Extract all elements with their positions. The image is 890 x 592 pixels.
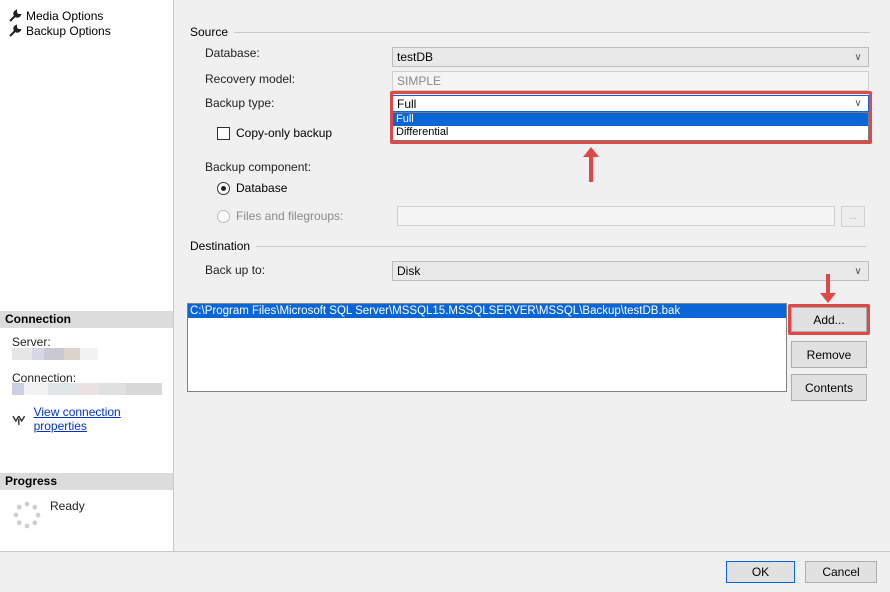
radio-button[interactable]: [217, 209, 230, 223]
wrench-icon: [9, 24, 22, 37]
files-filegroups-field: [397, 206, 835, 226]
radio-button[interactable]: [217, 181, 230, 195]
copy-only-backup-label: Copy-only backup: [236, 126, 333, 140]
back-up-to-combo[interactable]: Disk ∨: [392, 261, 869, 281]
recovery-model-field: SIMPLE: [392, 71, 869, 91]
source-divider: [234, 31, 870, 33]
component-database-label: Database: [236, 181, 288, 195]
chevron-down-icon: ∨: [854, 51, 862, 63]
copy-only-backup-checkbox[interactable]: Copy-only backup: [217, 126, 332, 140]
connection-plug-icon: [12, 415, 26, 425]
cancel-button[interactable]: Cancel: [805, 561, 877, 583]
destination-path-item[interactable]: C:\Program Files\Microsoft SQL Server\MS…: [188, 304, 786, 318]
main-panel: Source Database: testDB ∨ Recovery model…: [175, 0, 890, 551]
backup-destination-list[interactable]: C:\Program Files\Microsoft SQL Server\MS…: [187, 303, 787, 392]
contents-button[interactable]: Contents: [791, 374, 867, 401]
back-up-to-label: Back up to:: [205, 263, 266, 277]
destination-divider: [256, 245, 867, 247]
add-button[interactable]: Add...: [791, 307, 867, 332]
progress-status: Ready: [50, 499, 85, 513]
backup-type-label: Backup type:: [205, 96, 275, 110]
component-files-label: Files and filegroups:: [236, 209, 344, 223]
nav-media-options[interactable]: Media Options: [8, 9, 103, 23]
nav-media-options-label: Media Options: [26, 9, 104, 23]
destination-group-title: Destination: [190, 239, 870, 253]
dialog-footer: OK Cancel: [0, 551, 890, 592]
database-label: Database:: [205, 46, 260, 60]
chevron-down-icon: ∨: [854, 265, 862, 277]
wrench-icon: [9, 9, 22, 22]
source-group-title: Source: [190, 25, 870, 39]
annotation-arrow-up: [583, 147, 599, 182]
progress-spinner-icon: [13, 501, 41, 529]
view-connection-properties-link[interactable]: View connection properties: [34, 405, 173, 433]
source-title: Source: [190, 25, 229, 39]
view-connection-properties[interactable]: View connection properties: [12, 405, 173, 433]
backup-component-label: Backup component:: [205, 160, 312, 174]
progress-header: Progress: [0, 473, 173, 490]
chevron-down-icon: ∨: [854, 98, 862, 109]
destination-title: Destination: [190, 239, 251, 253]
server-label: Server:: [12, 335, 51, 349]
connection-header: Connection: [0, 311, 173, 328]
database-value: testDB: [397, 50, 434, 64]
backup-type-dropdown: Full Differential: [392, 112, 869, 141]
recovery-model-label: Recovery model:: [205, 72, 296, 86]
component-files-radio[interactable]: Files and filegroups:: [217, 209, 343, 223]
annotation-arrow-down: [820, 274, 836, 303]
component-database-radio[interactable]: Database: [217, 181, 287, 195]
backup-type-value: Full: [397, 96, 417, 111]
back-up-to-value: Disk: [397, 264, 421, 278]
server-value-redacted: [12, 348, 98, 360]
backup-type-option-differential[interactable]: Differential: [393, 126, 868, 139]
ok-button[interactable]: OK: [726, 561, 795, 583]
nav-backup-options-label: Backup Options: [26, 24, 111, 38]
backup-type-option-full[interactable]: Full: [393, 113, 868, 126]
connection-value-redacted: [12, 383, 162, 395]
files-browse-button[interactable]: ...: [841, 206, 865, 227]
nav-backup-options[interactable]: Backup Options: [8, 24, 111, 38]
sidebar: Media Options Backup Options Connection …: [0, 0, 174, 551]
backup-type-combo[interactable]: Full ∨: [392, 95, 869, 112]
remove-button[interactable]: Remove: [791, 341, 867, 368]
database-combo[interactable]: testDB ∨: [392, 47, 869, 67]
checkbox-box[interactable]: [217, 126, 230, 140]
